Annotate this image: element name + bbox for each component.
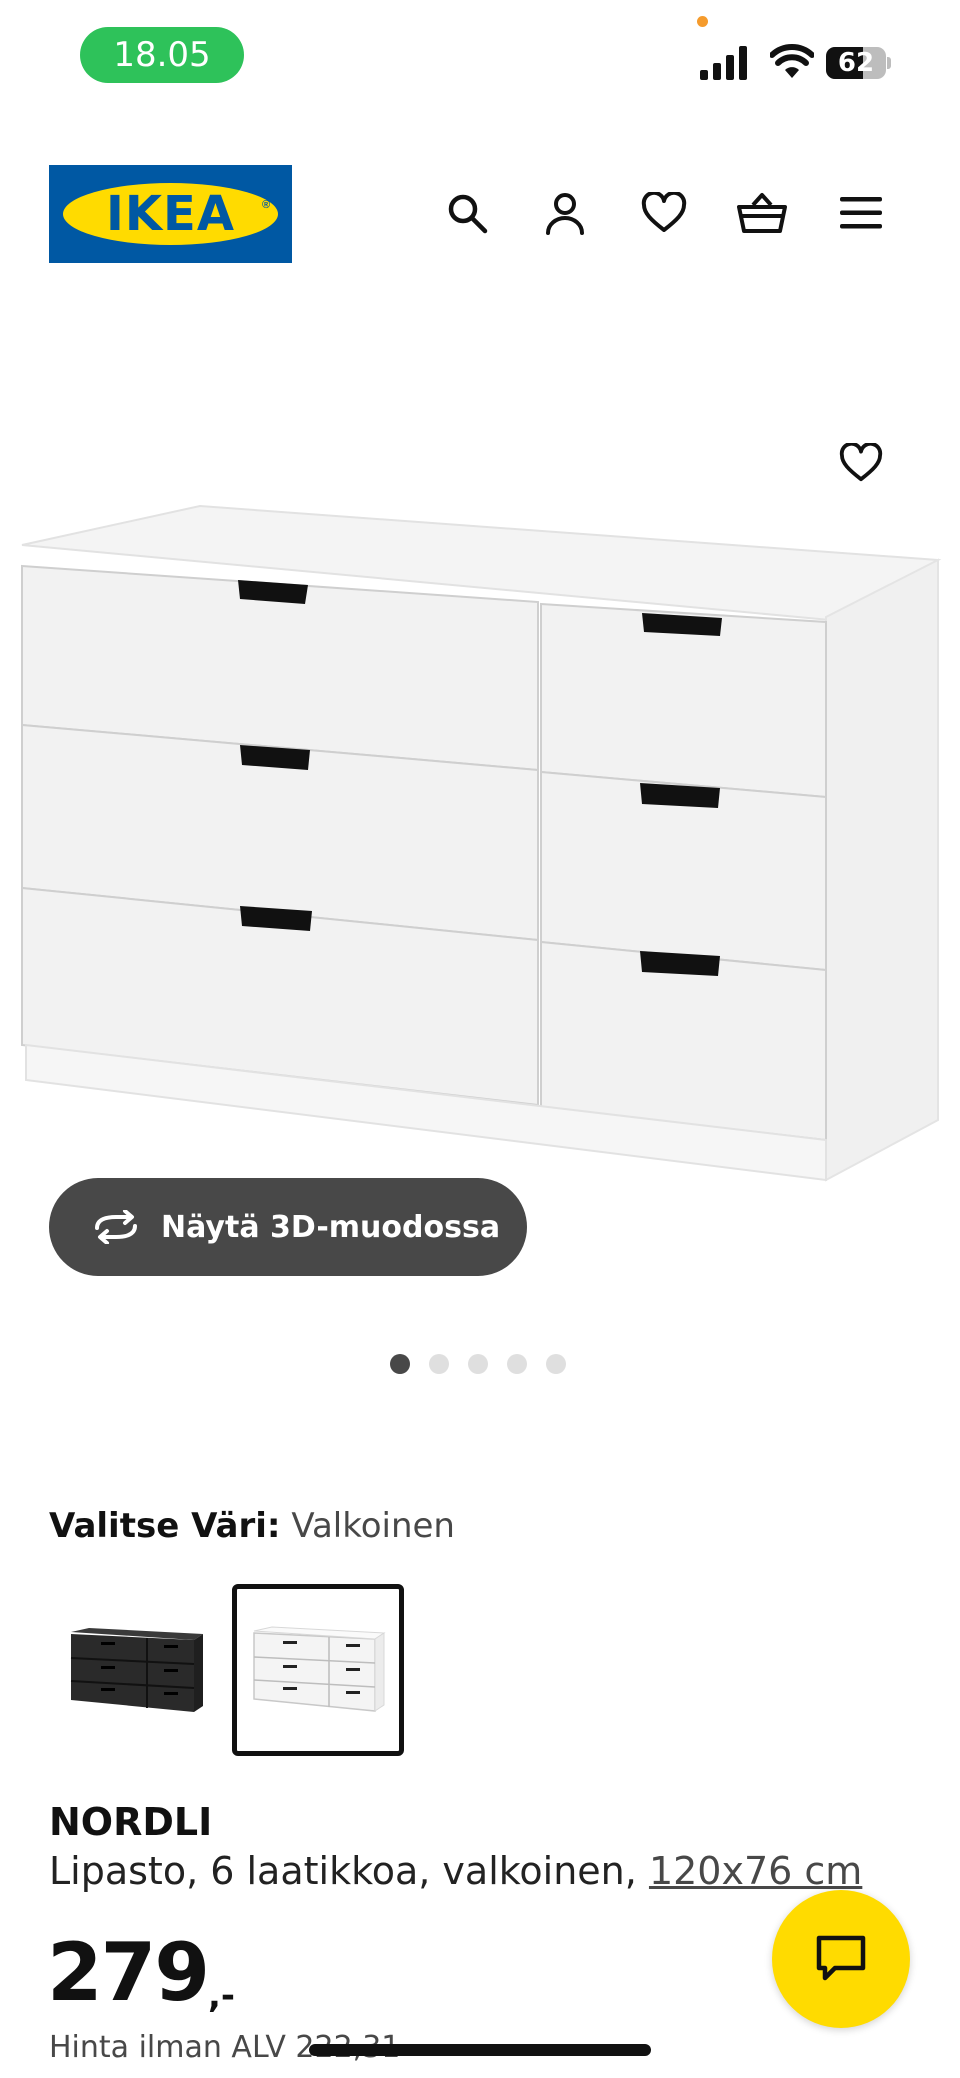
price-suffix: ,- bbox=[208, 1976, 236, 2016]
product-description-text: Lipasto, 6 laatikkoa, valkoinen, bbox=[49, 1849, 637, 1893]
search-icon[interactable] bbox=[439, 185, 495, 241]
ikea-logo[interactable]: IKEA ® bbox=[49, 165, 292, 263]
price-value: 279 bbox=[47, 1926, 210, 2019]
carousel-dot[interactable] bbox=[429, 1354, 449, 1374]
carousel-dot[interactable] bbox=[390, 1354, 410, 1374]
product-size-link[interactable]: 120x76 cm bbox=[649, 1849, 862, 1893]
swatch-white[interactable] bbox=[232, 1584, 404, 1756]
logo-registered-mark: ® bbox=[262, 199, 271, 211]
carousel-dot[interactable] bbox=[468, 1354, 488, 1374]
product-name: NORDLI bbox=[49, 1800, 213, 1844]
cellular-signal-icon bbox=[700, 46, 747, 80]
view-3d-label: Näytä 3D-muodossa bbox=[161, 1209, 501, 1245]
product-image[interactable] bbox=[0, 300, 960, 1300]
swatch-black[interactable] bbox=[49, 1584, 221, 1756]
chat-icon bbox=[816, 1935, 866, 1981]
view-3d-button[interactable]: Näytä 3D-muodossa bbox=[49, 1178, 527, 1276]
status-bar: 18.05 62 bbox=[0, 0, 960, 100]
logo-text: IKEA bbox=[106, 186, 235, 242]
menu-icon[interactable] bbox=[833, 185, 889, 241]
wifi-icon bbox=[770, 44, 814, 78]
battery-icon: 62 bbox=[826, 47, 891, 79]
privacy-indicator-dot bbox=[697, 16, 708, 27]
product-price: 279 ,- bbox=[47, 1928, 235, 2018]
carousel-dot[interactable] bbox=[546, 1354, 566, 1374]
rotate-3d-icon bbox=[95, 1210, 137, 1244]
save-to-favorites-icon[interactable] bbox=[833, 435, 889, 491]
chat-button[interactable] bbox=[772, 1890, 910, 2028]
favorites-icon[interactable] bbox=[636, 185, 692, 241]
dresser-illustration bbox=[21, 504, 942, 1182]
color-value: Valkoinen bbox=[291, 1506, 455, 1546]
black-dresser-thumbnail bbox=[70, 1628, 203, 1712]
carousel-dot[interactable] bbox=[507, 1354, 527, 1374]
status-time: 18.05 bbox=[80, 27, 244, 83]
white-dresser-thumbnail bbox=[253, 1626, 386, 1712]
battery-level: 62 bbox=[837, 48, 875, 78]
cart-icon[interactable] bbox=[734, 185, 790, 241]
site-header: IKEA ® bbox=[0, 160, 960, 270]
image-carousel-dots bbox=[390, 1354, 566, 1374]
account-icon[interactable] bbox=[537, 185, 593, 241]
home-indicator[interactable] bbox=[309, 2044, 651, 2056]
color-label: Valitse Väri: bbox=[49, 1506, 281, 1546]
product-description: Lipasto, 6 laatikkoa, valkoinen, 120x76 … bbox=[49, 1849, 862, 1893]
color-selection-title: Valitse Väri: Valkoinen bbox=[49, 1506, 455, 1546]
